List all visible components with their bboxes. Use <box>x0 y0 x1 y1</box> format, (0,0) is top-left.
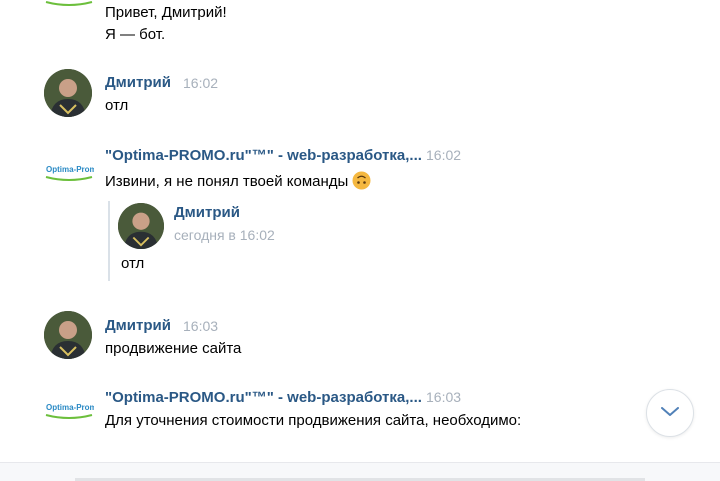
message-text: Извини, я не понял твоей команды <box>105 173 349 190</box>
quote-text: отл <box>121 255 145 272</box>
quote-avatar[interactable] <box>118 203 164 249</box>
message-text: Для уточнения стоимости продвижения сайт… <box>105 412 522 429</box>
message-text: продвижение сайта <box>105 340 242 357</box>
quote-author[interactable]: Дмитрий <box>174 204 240 221</box>
chevron-down-icon <box>661 404 679 422</box>
message-author[interactable]: Дмитрий <box>105 74 171 91</box>
upside-down-face-emoji-icon <box>352 171 371 190</box>
message-line: Привет, Дмитрий! <box>105 4 227 21</box>
user-avatar[interactable] <box>44 69 92 117</box>
message-author[interactable]: Дмитрий <box>105 317 171 334</box>
message-author[interactable]: "Optima-PROMO.ru"™" - web-разработка,... <box>105 389 422 406</box>
message-time[interactable]: 16:02 <box>183 75 218 91</box>
message-author[interactable]: "Optima-PROMO.ru"™" - web-разработка,... <box>105 147 422 164</box>
message-line: Я — бот. <box>105 26 166 43</box>
user-avatar[interactable] <box>44 311 92 359</box>
message-time[interactable]: 16:02 <box>426 147 461 163</box>
svg-text:Optima-Promo: Optima-Promo <box>46 403 94 412</box>
svg-text:Optima-Promo: Optima-Promo <box>46 165 94 174</box>
chat-history[interactable]: Optima-Promo Привет, Дмитрий! Я — бот. Д… <box>0 0 720 462</box>
bot-logo-icon[interactable]: Optima-Promo <box>44 160 102 188</box>
message-text-row: Извини, я не понял твоей команды <box>105 171 371 190</box>
bot-logo-icon[interactable]: Optima-Promo <box>44 398 102 426</box>
quote-bar <box>108 201 110 281</box>
scroll-down-button[interactable] <box>646 389 694 437</box>
bot-logo-icon[interactable]: Optima-Promo <box>44 0 94 20</box>
message-text: отл <box>105 97 129 114</box>
quote-date[interactable]: сегодня в 16:02 <box>174 227 275 243</box>
message-time[interactable]: 16:03 <box>426 389 461 405</box>
composer-area <box>0 462 720 481</box>
message-time[interactable]: 16:03 <box>183 318 218 334</box>
